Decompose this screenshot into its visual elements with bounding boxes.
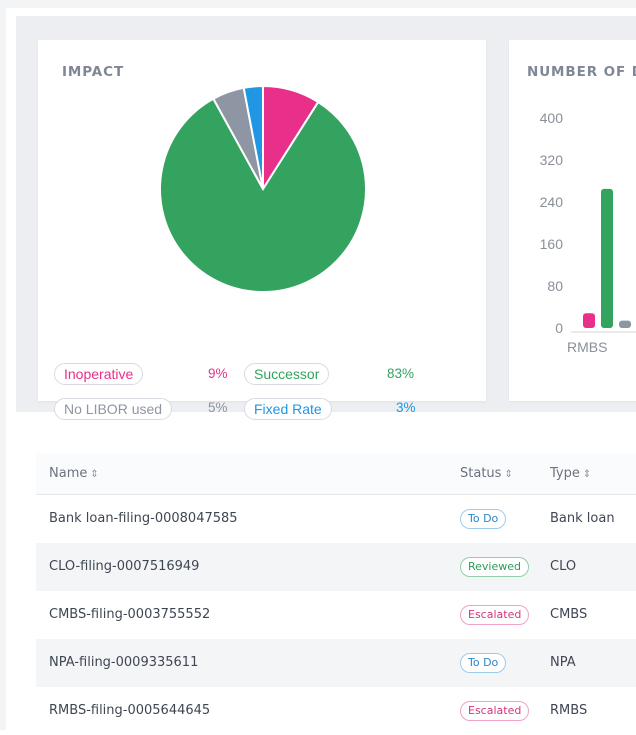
impact-pie-chart [159,84,367,293]
row-status: To Do [460,495,507,543]
page-top-strip [0,0,636,8]
column-header-type[interactable]: Type ⇕ [550,453,591,495]
row-name[interactable]: CMBS-filing-0003755552 [49,591,210,639]
y-tick-label: 80 [547,278,563,294]
sort-icon: ⇕ [582,469,592,480]
row-name[interactable]: RMBS-filing-0005644645 [49,687,210,735]
sort-icon: ⇕ [90,469,99,480]
legend-successor[interactable]: Successor [244,363,330,385]
table-header: Name ⇕ Status ⇕ Type ⇕ [36,453,636,495]
row-status: Escalated [460,591,530,639]
table-row[interactable]: RMBS-filing-0005644645 Escalated RMBS [36,687,636,735]
row-name[interactable]: NPA-filing-0009335611 [49,639,198,687]
status-badge: Escalated [460,604,530,625]
legend-no-libor-used[interactable]: No LIBOR used [54,398,173,420]
status-badge: Reviewed [460,556,529,577]
status-badge: To Do [460,652,507,673]
bar-rmbs-series-3[interactable] [619,320,631,328]
sort-icon: ⇕ [504,469,513,480]
number-card: NUMBER OF D 400 320 240 160 80 0 RMBS [509,40,636,401]
row-type: Bank loan [550,511,615,526]
row-status: Reviewed [460,543,529,591]
impact-title: IMPACT [62,64,125,80]
legend-inoperative[interactable]: Inoperative [54,363,144,385]
column-type-label: Type [550,466,580,481]
row-status: Escalated [460,687,530,735]
row-status: To Do [460,639,507,687]
status-badge: Escalated [460,700,530,721]
y-tick-label: 400 [540,110,564,126]
table-row[interactable]: CLO-filing-0007516949 Reviewed CLO [36,543,636,591]
y-tick-label: 160 [540,236,564,252]
table-row[interactable]: NPA-filing-0009335611 To Do NPA [36,639,636,687]
column-name-label: Name [49,466,88,481]
legend-no-libor-used-pct: 5% [208,400,228,415]
bar-rmbs-series-1[interactable] [583,313,595,328]
y-tick-label: 240 [540,194,564,210]
page-left-strip [0,0,6,730]
column-status-label: Status [460,466,502,481]
legend-successor-pct: 83% [387,366,415,381]
impact-card: IMPACT Inoperative 9% Successor 83% No L… [38,40,486,420]
row-type: NPA [550,655,576,670]
number-bar-chart: 400 320 240 160 80 0RMBS [540,110,636,355]
filings-table: Name ⇕ Status ⇕ Type ⇕ Bank loan-filing-000… [36,453,636,735]
row-type: CLO [550,559,577,574]
y-tick-label: 0 [555,320,563,336]
row-name[interactable]: Bank loan-filing-0008047585 [49,495,238,543]
bar-rmbs-series-2[interactable] [601,188,613,328]
x-tick-label: RMBS [567,339,607,355]
table-row[interactable]: Bank loan-filing-0008047585 To Do Bank l… [36,495,636,543]
status-badge: To Do [460,508,507,529]
y-tick-label: 320 [540,152,564,168]
table-row[interactable]: CMBS-filing-0003755552 Escalated CMBS [36,591,636,639]
column-header-status[interactable]: Status ⇕ [460,453,513,495]
legend-inoperative-pct: 9% [208,366,228,381]
row-name[interactable]: CLO-filing-0007516949 [49,543,199,591]
row-type: RMBS [550,703,588,718]
column-header-name[interactable]: Name ⇕ [49,453,99,495]
legend-fixed-rate-pct: 3% [396,400,416,415]
legend-fixed-rate[interactable]: Fixed Rate [244,398,332,420]
row-type: CMBS [550,607,588,622]
